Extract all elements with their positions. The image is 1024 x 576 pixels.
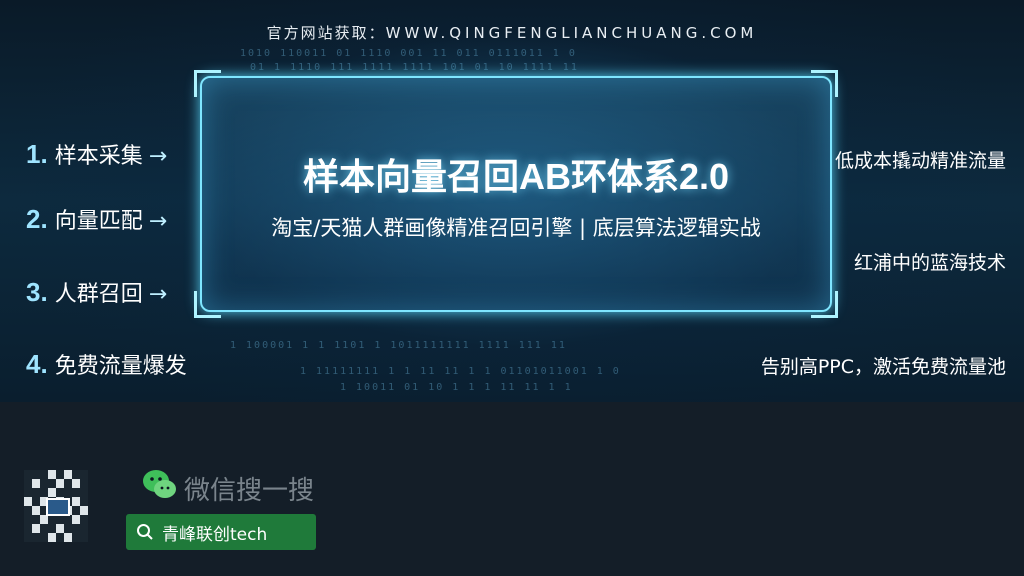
binary-decoration: 01 1 1110 111 1111 1111 101 01 10 1111 1…: [250, 62, 579, 73]
binary-decoration: 1 10011 01 10 1 1 1 11 11 1 1: [340, 382, 573, 393]
right-point-1: 低成本撬动精准流量: [834, 150, 1006, 172]
hero-banner: 1010 110011 01 1110 001 11 011 0111011 1…: [0, 0, 1024, 402]
source-label: 官方网站获取：: [266, 24, 386, 42]
step-4: 4. 免费流量爆发: [26, 348, 187, 380]
step-label: 免费流量爆发: [54, 354, 187, 379]
corner-bracket: [811, 70, 838, 97]
binary-decoration: 1010 110011 01 1110 001 11 011 0111011 1…: [240, 48, 577, 59]
corner-bracket: [811, 291, 838, 318]
step-label: 样本采集: [54, 144, 143, 169]
corner-bracket: [194, 70, 221, 97]
step-1: 1. 样本采集 →: [26, 138, 167, 170]
wechat-icon: [143, 470, 176, 498]
binary-decoration: 1 100001 1 1 1101 1 1011111111 1111 111 …: [230, 340, 567, 351]
step-number: 3.: [26, 277, 48, 307]
subtitle: 淘宝/天猫人群画像精准召回引擎 | 底层算法逻辑实战: [271, 216, 761, 240]
right-point-2: 红浦中的蓝海技术: [853, 252, 1006, 274]
arrow-right-icon: →: [148, 144, 168, 169]
step-2: 2. 向量匹配 →: [26, 203, 167, 235]
search-icon: [137, 524, 153, 540]
arrow-right-icon: →: [148, 282, 168, 307]
step-3: 3. 人群召回 →: [26, 276, 167, 308]
qr-logo: [46, 498, 70, 516]
step-label: 人群召回: [54, 282, 143, 307]
main-title: 样本向量召回AB环体系2.0: [302, 156, 730, 197]
corner-bracket: [194, 291, 221, 318]
holographic-panel: 样本向量召回AB环体系2.0 淘宝/天猫人群画像精准召回引擎 | 底层算法逻辑实…: [194, 70, 838, 318]
wechat-search-box[interactable]: 青峰联创tech: [126, 514, 316, 550]
step-number: 4.: [26, 349, 48, 379]
step-number: 2.: [26, 204, 48, 234]
step-number: 1.: [26, 139, 48, 169]
step-label: 向量匹配: [54, 209, 143, 234]
binary-decoration: 1 11111111 1 1 11 11 1 1 01101011001 1 0: [300, 366, 621, 377]
wechat-search-label: 微信搜一搜: [184, 476, 315, 506]
arrow-right-icon: →: [148, 209, 168, 234]
source-url[interactable]: WWW.QINGFENGLIANCHUANG.COM: [386, 24, 758, 42]
right-point-3: 告别高PPC，激活免费流量池: [760, 356, 1006, 378]
source-url-line: 官方网站获取：WWW.QINGFENGLIANCHUANG.COM: [0, 22, 1024, 43]
search-query: 青峰联创tech: [162, 524, 268, 545]
